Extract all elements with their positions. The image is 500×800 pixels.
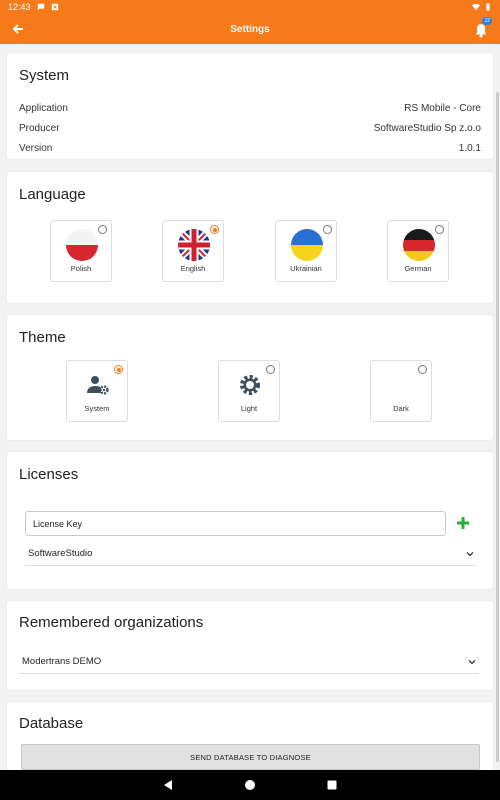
back-arrow-icon[interactable] <box>10 21 26 37</box>
polish-radio[interactable] <box>98 225 107 234</box>
producer-label: Producer <box>19 123 60 134</box>
germany-flag-icon <box>403 229 435 261</box>
ukrainian-radio[interactable] <box>323 225 332 234</box>
light-theme-radio[interactable] <box>266 365 275 374</box>
ukraine-flag-icon <box>291 229 323 261</box>
theme-card: Theme System Light Dark <box>7 315 493 440</box>
license-key-input[interactable]: License Key <box>25 511 446 536</box>
add-license-icon[interactable] <box>455 515 471 531</box>
license-select-value: SoftwareStudio <box>28 548 93 559</box>
theme-option-dark[interactable]: Dark <box>370 360 432 422</box>
license-select[interactable]: SoftwareStudio <box>25 542 477 566</box>
ukrainian-label: Ukrainian <box>290 264 322 273</box>
system-card: System Application RS Mobile - Core Prod… <box>7 53 493 159</box>
german-radio[interactable] <box>435 225 444 234</box>
organization-select[interactable]: Modertrans DEMO <box>19 650 479 674</box>
page-title: Settings <box>230 23 270 35</box>
light-theme-label: Light <box>240 404 258 413</box>
system-navigation-bar <box>0 770 500 800</box>
english-radio[interactable] <box>210 225 219 234</box>
wifi-icon <box>472 3 480 11</box>
dark-theme-radio[interactable] <box>418 365 427 374</box>
uk-flag-icon <box>178 229 210 261</box>
english-label: English <box>180 264 206 273</box>
system-row-application: Application RS Mobile - Core <box>19 103 481 114</box>
chevron-down-icon <box>468 659 476 664</box>
language-card: Language Polish English Ukrainian German <box>7 172 493 303</box>
german-label: German <box>404 264 432 273</box>
sun-gear-icon <box>240 375 260 395</box>
moon-icon <box>394 375 404 395</box>
app-bar: Settings 22 <box>0 14 500 44</box>
chevron-down-icon <box>466 551 474 556</box>
battery-icon <box>486 3 490 11</box>
nav-home-icon[interactable] <box>244 779 256 791</box>
language-option-polish[interactable]: Polish <box>50 220 112 282</box>
status-time: 12:43 <box>8 2 31 12</box>
send-database-button[interactable]: SEND DATABASE TO DIAGNOSE <box>21 744 480 770</box>
nav-recents-icon[interactable] <box>326 779 338 791</box>
message-icon <box>37 3 44 11</box>
database-card: Database SEND DATABASE TO DIAGNOSE <box>7 702 493 770</box>
poland-flag-icon <box>66 229 98 261</box>
theme-option-light[interactable]: Light <box>218 360 280 422</box>
organizations-title: Remembered organizations <box>19 614 204 631</box>
language-option-ukrainian[interactable]: Ukrainian <box>275 220 337 282</box>
notification-app-icon <box>51 3 58 11</box>
notification-badge: 22 <box>482 17 492 25</box>
database-title: Database <box>19 715 84 732</box>
version-label: Version <box>19 143 53 154</box>
system-row-producer: Producer SoftwareStudio Sp z.o.o <box>19 123 481 134</box>
scrollbar[interactable] <box>496 92 499 762</box>
system-theme-label: System <box>84 404 110 413</box>
organizations-card: Remembered organizations Modertrans DEMO <box>7 601 493 690</box>
licenses-card: Licenses License Key SoftwareStudio <box>7 452 493 589</box>
organization-select-value: Modertrans DEMO <box>22 656 102 667</box>
application-value: RS Mobile - Core <box>404 103 481 114</box>
licenses-title: Licenses <box>19 466 79 483</box>
theme-title: Theme <box>19 329 66 346</box>
system-row-version: Version 1.0.1 <box>19 143 481 154</box>
version-value: 1.0.1 <box>458 143 481 154</box>
dark-theme-label: Dark <box>393 404 409 413</box>
user-gear-icon <box>87 376 109 395</box>
settings-content[interactable]: System Application RS Mobile - Core Prod… <box>0 44 500 770</box>
language-title: Language <box>19 186 86 203</box>
language-option-english[interactable]: English <box>162 220 224 282</box>
theme-option-system[interactable]: System <box>66 360 128 422</box>
language-option-german[interactable]: German <box>387 220 449 282</box>
system-theme-radio[interactable] <box>114 365 123 374</box>
producer-value: SoftwareStudio Sp z.o.o <box>373 123 481 134</box>
status-bar: 12:43 <box>0 0 500 14</box>
system-title: System <box>19 67 70 84</box>
polish-label: Polish <box>70 264 92 273</box>
notifications-button[interactable]: 22 <box>472 17 492 38</box>
nav-back-icon[interactable] <box>162 779 174 791</box>
application-label: Application <box>19 103 68 114</box>
